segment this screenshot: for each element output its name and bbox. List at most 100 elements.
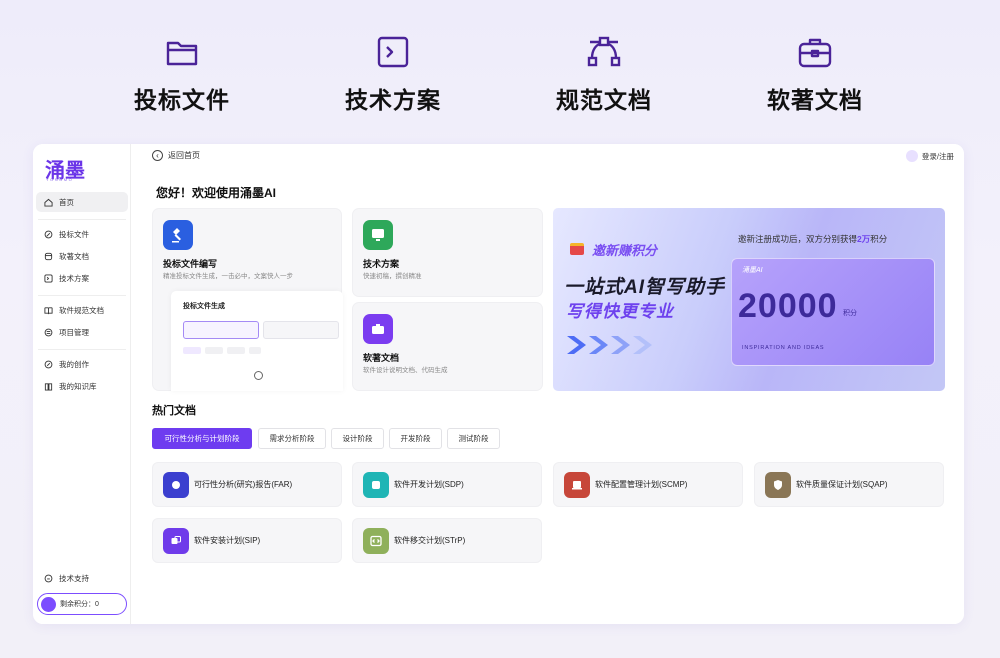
back-home-link[interactable]: ‹ 返回首页 xyxy=(152,150,200,161)
sidebar-item-label: 投标文件 xyxy=(59,229,89,239)
preview-field xyxy=(263,321,339,339)
user-avatar-icon xyxy=(905,150,918,162)
document-icon xyxy=(363,471,389,498)
ticket-slogan: INSPIRATION AND IDEAS xyxy=(742,345,825,351)
card-title: 技术方案 xyxy=(363,259,400,269)
folder-icon xyxy=(166,41,198,66)
tab-design[interactable]: 设计阶段 xyxy=(331,428,384,449)
book-icon xyxy=(44,306,53,314)
arrows-icon xyxy=(567,336,652,354)
doc-sdp[interactable]: 软件开发计划(SDP) xyxy=(352,462,542,507)
sidebar-item-label: 我的知识库 xyxy=(59,381,97,391)
back-label: 返回首页 xyxy=(168,151,200,160)
sidebar-item-library[interactable]: 我的知识库 xyxy=(36,376,128,396)
feature-title: 技术方案 xyxy=(345,87,441,113)
sidebar-item-label: 我的创作 xyxy=(59,359,89,369)
card-desc: 精准投标文件生成，一击必中，文案快人一步 xyxy=(163,273,293,280)
preview-title: 投标文件生成 xyxy=(183,303,225,310)
sidebar-item-label: 技术支持 xyxy=(59,573,89,583)
card-copyright[interactable]: 软著文档 软件设计说明文档、代码生成 xyxy=(352,302,543,391)
sidebar: 涌墨 YONGMO 首页 投标文件 软著文档 技术方案 软件规范文档 项目管理 xyxy=(33,144,131,624)
note-prefix: 邀新注册成功后，双方分别获得 xyxy=(738,234,858,244)
doc-label: 软件配置管理计划(SCMP) xyxy=(595,480,688,489)
document-icon xyxy=(564,471,590,498)
sidebar-item-label: 软件规范文档 xyxy=(59,305,104,315)
points-ticket: 涌墨AI 20000 积分 INSPIRATION AND IDEAS xyxy=(731,258,935,366)
monitor-icon xyxy=(363,220,393,250)
home-icon xyxy=(44,198,53,207)
bid-preview: 投标文件生成 xyxy=(171,291,343,391)
points-badge[interactable]: 剩余积分：0 xyxy=(37,593,127,615)
terminal-icon xyxy=(44,273,53,283)
briefcase-icon xyxy=(363,314,393,344)
terminal-icon xyxy=(377,36,409,68)
doc-label: 软件移交计划(STrP) xyxy=(394,536,466,545)
tab-requirements[interactable]: 需求分析阶段 xyxy=(258,428,326,449)
sidebar-item-bid[interactable]: 投标文件 xyxy=(36,224,128,244)
doc-label: 软件质量保证计划(SQAP) xyxy=(796,480,888,489)
promo-banner[interactable]: 邀新赚积分 邀新注册成功后，双方分别获得2万积分 一站式AI智写助手 写得快更专… xyxy=(553,208,945,391)
code-icon xyxy=(363,527,389,554)
sidebar-item-spec[interactable]: 软件规范文档 xyxy=(36,300,128,320)
upload-icon xyxy=(254,371,263,380)
sidebar-item-home[interactable]: 首页 xyxy=(36,192,128,212)
tab-feasibility[interactable]: 可行性分析与计划阶段 xyxy=(152,428,252,449)
sidebar-item-copyright[interactable]: 软著文档 xyxy=(36,246,128,266)
doc-label: 软件安装计划(SIP) xyxy=(194,536,261,545)
page-title: 您好！欢迎使用涌墨AI xyxy=(156,186,277,200)
app-window: 涌墨 YONGMO 首页 投标文件 软著文档 技术方案 软件规范文档 项目管理 xyxy=(33,144,964,624)
tab-development[interactable]: 开发阶段 xyxy=(389,428,442,449)
doc-far[interactable]: 可行性分析(研究)报告(FAR) xyxy=(152,462,342,507)
project-icon xyxy=(44,328,53,336)
doc-scmp[interactable]: 软件配置管理计划(SCMP) xyxy=(553,462,743,507)
ticket-label: 涌墨AI xyxy=(742,267,763,274)
divider xyxy=(38,295,126,296)
doc-strp[interactable]: 软件移交计划(STrP) xyxy=(352,518,542,563)
feature-tech: 技术方案 xyxy=(333,34,453,115)
sidebar-item-label: 项目管理 xyxy=(59,327,89,337)
note-bold: 2万 xyxy=(857,234,871,244)
doc-sqap[interactable]: 软件质量保证计划(SQAP) xyxy=(754,462,944,507)
card-bid[interactable]: 投标文件编写 精准投标文件生成，一击必中，文案快人一步 投标文件生成 xyxy=(152,208,343,391)
create-icon xyxy=(44,360,53,368)
points-label: 剩余积分：0 xyxy=(60,601,99,608)
main-content: ‹ 返回首页 登录/注册 您好！欢迎使用涌墨AI 投标文件编写 精准投标文件生成… xyxy=(132,144,964,624)
document-icon xyxy=(163,527,189,554)
preview-chip xyxy=(227,347,245,354)
sidebar-item-support[interactable]: 技术支持 xyxy=(36,568,128,588)
feature-title: 投标文件 xyxy=(134,87,230,113)
ticket-unit: 积分 xyxy=(843,310,857,317)
tab-testing[interactable]: 测试阶段 xyxy=(447,428,500,449)
bid-icon xyxy=(44,230,53,238)
preview-chip xyxy=(183,347,201,354)
feature-spec: 规范文档 xyxy=(544,34,664,115)
support-icon xyxy=(44,574,53,582)
banner-invite: 邀新赚积分 xyxy=(592,243,658,258)
divider xyxy=(38,349,126,350)
doc-label: 软件开发计划(SDP) xyxy=(394,480,464,489)
card-desc: 快速初稿，撰创精准 xyxy=(363,273,422,280)
sidebar-item-project[interactable]: 项目管理 xyxy=(36,322,128,342)
sidebar-item-creations[interactable]: 我的创作 xyxy=(36,354,128,374)
login-label: 登录/注册 xyxy=(921,151,954,161)
feature-title: 规范文档 xyxy=(556,87,652,113)
preview-chip xyxy=(205,347,223,354)
ticket-number: 20000 xyxy=(738,287,838,325)
card-title: 投标文件编写 xyxy=(163,259,218,269)
doc-icon xyxy=(44,252,53,260)
banner-note: 邀新注册成功后，双方分别获得2万积分 xyxy=(738,233,887,245)
login-button[interactable]: 登录/注册 xyxy=(905,150,954,162)
sidebar-item-label: 技术方案 xyxy=(59,273,89,283)
doc-sip[interactable]: 软件安装计划(SIP) xyxy=(152,518,342,563)
divider xyxy=(38,219,126,220)
document-icon xyxy=(163,471,189,498)
card-title: 软著文档 xyxy=(363,353,400,363)
banner-subline: 写得快更专业 xyxy=(566,302,674,321)
sidebar-item-tech[interactable]: 技术方案 xyxy=(36,268,128,288)
feature-title: 软著文档 xyxy=(767,87,863,113)
preview-field xyxy=(183,321,259,339)
bezier-icon xyxy=(587,36,621,67)
library-icon xyxy=(44,382,53,391)
feature-copyright: 软著文档 xyxy=(755,34,875,115)
card-tech[interactable]: 技术方案 快速初稿，撰创精准 xyxy=(352,208,543,297)
